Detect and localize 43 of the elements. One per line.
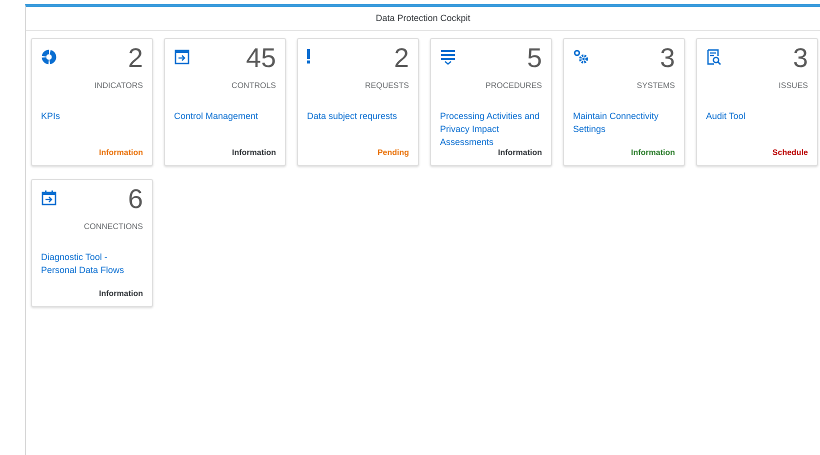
tile-unit: PROCEDURES [486,81,542,90]
tile-unit: CONTROLS [232,81,276,90]
tile-unit: SYSTEMS [636,81,675,90]
tile-unit: INDICATORS [94,81,143,90]
tile[interactable]: 3 SYSTEMS Maintain Connectivity Settings Information [563,38,685,166]
tile[interactable]: 6 CONNECTIONS Diagnostic Tool - Personal Data Flows Information [31,179,153,307]
tile-status: Information [631,148,675,157]
tile[interactable]: 3 ISSUES Audit Tool Schedule [696,38,818,166]
tile-title: Control Management [174,110,260,123]
arrow-box-icon [174,49,190,65]
window-title: Data Protection Cockpit [376,14,470,23]
donut-icon [41,49,57,65]
tile-count: 3 [660,45,675,72]
tile-title: Diagnostic Tool - Personal Data Flows [41,251,126,277]
tile-count: 2 [394,45,409,72]
document-search-icon [706,49,722,65]
list-icon [440,49,456,65]
tile-count: 2 [128,45,143,72]
tile-title: Audit Tool [706,110,746,123]
tile-unit: CONNECTIONS [84,222,143,231]
tile-status: Information [99,289,143,298]
tile-title: Processing Activities and Privacy Impact Assessments [440,110,541,149]
tile[interactable]: 2 INDICATORS KPIs Information [31,38,153,166]
tile-title: Data subject requrests [307,110,398,123]
exclamation-icon [307,49,310,64]
tile-count: 45 [246,45,276,72]
tile-status: Information [498,148,542,157]
tile[interactable]: 5 PROCEDURES Processing Activities and Privacy Impact Assessments Information [430,38,552,166]
tile-status: Information [232,148,276,157]
tile-count: 5 [526,45,542,72]
tile-title: Maintain Connectivity Settings [573,110,660,136]
tile-title: KPIs [41,110,62,123]
gears-icon [573,49,589,65]
tile[interactable]: 2 REQUESTS Data subject requrests Pending [297,38,419,166]
tile-status: Information [99,148,143,157]
calendar-icon [41,190,57,206]
tile-status: Schedule [772,148,808,157]
tile[interactable]: 45 CONTROLS Control Management Information [164,38,286,166]
tile-unit: ISSUES [778,81,808,90]
tile-status: Pending [377,148,409,157]
tile-count: 3 [792,45,808,72]
tile-count: 6 [128,186,143,213]
tile-unit: REQUESTS [364,81,409,90]
